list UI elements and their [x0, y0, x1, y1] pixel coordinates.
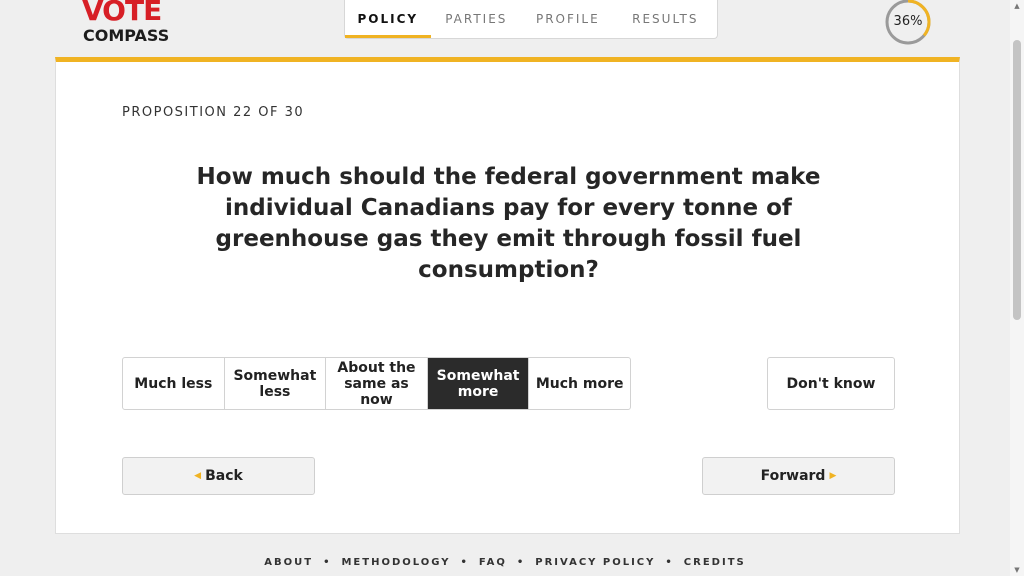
scroll-down-arrow-icon[interactable]: ▼ — [1013, 566, 1021, 574]
tab-parties[interactable]: PARTIES — [431, 0, 523, 38]
proposition-counter: PROPOSITION 22 OF 30 — [122, 105, 305, 120]
tab-profile[interactable]: PROFILE — [522, 0, 614, 38]
dont-know-button[interactable]: Don't know — [767, 357, 895, 410]
answer-somewhat-more[interactable]: Somewhat more — [427, 358, 530, 409]
forward-label: Forward — [760, 468, 826, 484]
answer-scale: Much less Somewhat less About the same a… — [122, 357, 631, 410]
vote-compass-logo[interactable]: VOTE COMPASS — [82, 0, 182, 46]
footer-links: ABOUT • METHODOLOGY • FAQ • PRIVACY POLICY • CRE… — [0, 557, 1010, 568]
chevron-left-icon: ◀ — [194, 471, 202, 481]
main-nav: POLICY PARTIES PROFILE RESULTS — [344, 0, 718, 39]
footer-link-methodology[interactable]: METHODOLOGY — [341, 557, 450, 568]
answer-about-same[interactable]: About the same as now — [326, 358, 428, 409]
back-label: Back — [205, 468, 243, 484]
footer-link-credits[interactable]: CREDITS — [684, 557, 746, 568]
chevron-right-icon: ▶ — [829, 471, 837, 481]
back-button[interactable]: ◀ Back — [122, 457, 315, 495]
logo-line1: VOTE — [82, 0, 162, 27]
scroll-up-arrow-icon[interactable]: ▲ — [1013, 2, 1021, 10]
separator-dot: • — [323, 557, 332, 568]
scroll-thumb[interactable] — [1013, 40, 1021, 320]
progress-label: 36% — [893, 14, 923, 29]
footer-link-privacy[interactable]: PRIVACY POLICY — [535, 557, 655, 568]
question-card: PROPOSITION 22 OF 30 How much should the… — [55, 57, 960, 534]
page-scrollbar[interactable]: ▲ ▼ — [1010, 0, 1024, 576]
footer-link-about[interactable]: ABOUT — [264, 557, 313, 568]
logo-line2: COMPASS — [83, 26, 170, 45]
answer-much-more[interactable]: Much more — [529, 358, 630, 409]
separator-dot: • — [516, 557, 526, 568]
tab-policy[interactable]: POLICY — [345, 0, 431, 38]
separator-dot: • — [665, 557, 674, 568]
answer-somewhat-less[interactable]: Somewhat less — [225, 358, 327, 409]
question-text: How much should the federal government m… — [196, 164, 821, 283]
footer-link-faq[interactable]: FAQ — [479, 557, 507, 568]
answer-much-less[interactable]: Much less — [123, 358, 225, 409]
tab-results[interactable]: RESULTS — [614, 0, 717, 38]
separator-dot: • — [460, 557, 469, 568]
progress-indicator: 36% — [884, 0, 932, 46]
forward-button[interactable]: Forward ▶ — [702, 457, 895, 495]
